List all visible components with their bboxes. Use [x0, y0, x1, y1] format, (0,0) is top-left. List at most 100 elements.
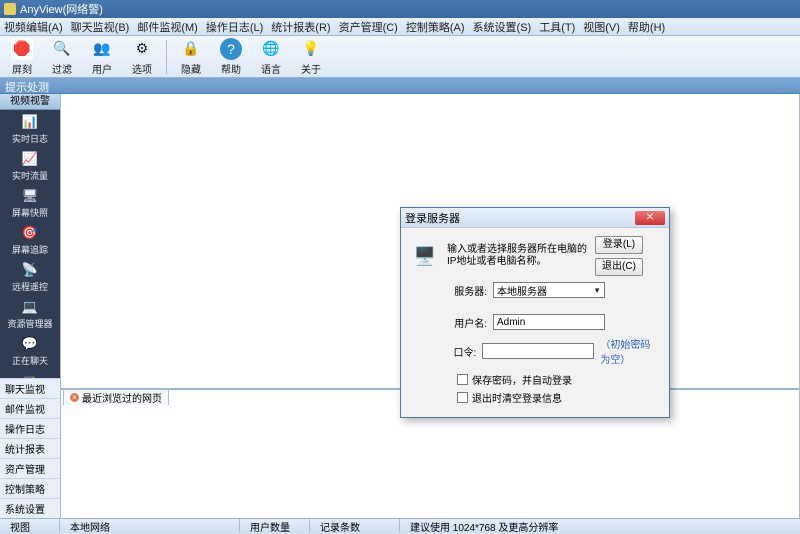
toolbar-help-button[interactable]: ? 帮助: [213, 38, 249, 76]
window-title: AnyView(网络警): [20, 1, 103, 17]
sidebar-item-log[interactable]: 📊实时日志: [0, 110, 60, 147]
sidebar-item-label: 屏幕追踪: [12, 243, 48, 256]
globe-icon: 🌐: [260, 38, 282, 60]
window-titlebar: AnyView(网络警): [0, 0, 800, 18]
sidebar-link[interactable]: 控制策略: [0, 478, 60, 498]
toolbar: 🛑 屏刻 🔍 过滤 👥 用户 ⚙ 选项 🔒 隐藏 ? 帮助 🌐 语言 💡 关于: [0, 36, 800, 78]
status-resolution-hint: 建议使用 1024*768 及更高分辨率: [400, 519, 800, 533]
clear-checkbox[interactable]: [457, 392, 468, 403]
chevron-down-icon: ▼: [593, 286, 601, 295]
menu-item[interactable]: 帮助(H): [628, 19, 665, 35]
remember-checkbox[interactable]: [457, 374, 468, 385]
app-icon: [4, 3, 16, 15]
bottom-panel-tab-label: 最近浏览过的网页: [82, 390, 162, 405]
stop-icon: 🛑: [11, 38, 33, 60]
monitor-icon: 🖥: [19, 187, 41, 205]
dialog-instructions: 输入或者选择服务器所在电脑的IP地址或者电脑名称。: [447, 244, 587, 268]
bulb-icon: 💡: [300, 38, 322, 60]
toolbar-label: 选项: [132, 61, 152, 76]
sidebar: 视频视警 📊实时日志 📈实时流量 🖥屏幕快照 🎯屏幕追踪 📡远程遥控 💻资源管理…: [0, 94, 60, 518]
sidebar-item-explorer[interactable]: 💻资源管理器: [0, 295, 60, 332]
antenna-icon: 📡: [19, 261, 41, 279]
menu-item[interactable]: 控制策略(A): [406, 19, 465, 35]
toolbar-filter-button[interactable]: 🔍 过滤: [44, 38, 80, 76]
toolbar-hide-button[interactable]: 🔒 隐藏: [173, 38, 209, 76]
server-icon: 🖥️: [411, 242, 439, 270]
sidebar-item-remote[interactable]: 📡远程遥控: [0, 258, 60, 295]
toolbar-label: 关于: [301, 61, 321, 76]
menu-item[interactable]: 工具(T): [539, 19, 575, 35]
pc-icon: 💻: [19, 298, 41, 316]
graph-icon: 📈: [19, 150, 41, 168]
sidebar-item-screenshot[interactable]: 🖥屏幕快照: [0, 184, 60, 221]
menu-item[interactable]: 视图(V): [583, 19, 620, 35]
users-icon: 👥: [91, 38, 113, 60]
sidebar-link[interactable]: 聊天监视: [0, 378, 60, 398]
sidebar-item-label: 实时流量: [12, 169, 48, 182]
status-records: 记录条数: [310, 519, 400, 533]
dialog-title: 登录服务器: [405, 210, 460, 226]
menu-item[interactable]: 聊天监视(B): [71, 19, 130, 35]
toolbar-options-button[interactable]: ⚙ 选项: [124, 38, 160, 76]
lock-icon: 🔒: [180, 38, 202, 60]
menu-item[interactable]: 统计报表(R): [271, 19, 330, 35]
menu-item[interactable]: 邮件监视(M): [137, 19, 198, 35]
status-usercount: 用户数量: [240, 519, 310, 533]
status-bar: 视图 本地网络 用户数量 记录条数 建议使用 1024*768 及更高分辨率: [0, 518, 800, 533]
sidebar-link[interactable]: 资产管理: [0, 458, 60, 478]
menu-item[interactable]: 视频编辑(A): [4, 19, 63, 35]
sidebar-items: 📊实时日志 📈实时流量 🖥屏幕快照 🎯屏幕追踪 📡远程遥控 💻资源管理器 💬正在…: [0, 110, 60, 378]
toolbar-label: 隐藏: [181, 61, 201, 76]
remember-label: 保存密码，并自动登录: [472, 372, 572, 387]
clear-label: 退出时清空登录信息: [472, 390, 562, 405]
chat-icon: 💬: [19, 335, 41, 353]
remember-checkbox-row: 保存密码，并自动登录: [457, 372, 659, 387]
username-label: 用户名:: [447, 315, 487, 330]
toolbar-about-button[interactable]: 💡 关于: [293, 38, 329, 76]
toolbar-label: 帮助: [221, 61, 241, 76]
sidebar-header: 视频视警: [0, 94, 60, 110]
exit-button[interactable]: 退出(C): [595, 258, 643, 276]
bottom-panel-tab[interactable]: × 最近浏览过的网页: [63, 389, 169, 405]
password-label: 口令:: [447, 344, 476, 359]
sidebar-item-gaming[interactable]: 🎮正在游戏: [0, 369, 60, 378]
chart-icon: 📊: [19, 113, 41, 131]
section-title-strip: 提示处测: [0, 78, 800, 94]
menu-item[interactable]: 操作日志(L): [206, 19, 263, 35]
target-icon: 🎯: [19, 224, 41, 242]
sidebar-link[interactable]: 系统设置: [0, 498, 60, 518]
toolbar-language-button[interactable]: 🌐 语言: [253, 38, 289, 76]
toolbar-users-button[interactable]: 👥 用户: [84, 38, 120, 76]
gear-icon: ⚙: [131, 38, 153, 60]
toolbar-label: 语言: [261, 61, 281, 76]
toolbar-screen-button[interactable]: 🛑 屏刻: [4, 38, 40, 76]
sidebar-link[interactable]: 操作日志: [0, 418, 60, 438]
help-icon: ?: [220, 38, 242, 60]
sidebar-link[interactable]: 邮件监视: [0, 398, 60, 418]
funnel-icon: 🔍: [51, 38, 73, 60]
sidebar-bottom-links: 聊天监视 邮件监视 操作日志 统计报表 资产管理 控制策略 系统设置: [0, 378, 60, 518]
clear-checkbox-row: 退出时清空登录信息: [457, 390, 659, 405]
server-label: 服务器:: [447, 283, 487, 298]
server-select[interactable]: 本地服务器 ▼: [493, 282, 605, 298]
toolbar-label: 屏刻: [12, 61, 32, 76]
password-input[interactable]: [482, 343, 594, 359]
login-dialog: 登录服务器 ✕ 🖥️ 输入或者选择服务器所在电脑的IP地址或者电脑名称。 登录(…: [400, 207, 670, 418]
username-input[interactable]: [493, 314, 605, 330]
menu-item[interactable]: 系统设置(S): [473, 19, 532, 35]
menu-item[interactable]: 资产管理(C): [339, 19, 398, 35]
sidebar-item-chat[interactable]: 💬正在聊天: [0, 332, 60, 369]
password-hint[interactable]: （初始密码为空）: [600, 336, 659, 366]
sidebar-item-label: 资源管理器: [7, 317, 52, 330]
sidebar-item-screentrack[interactable]: 🎯屏幕追踪: [0, 221, 60, 258]
dialog-close-button[interactable]: ✕: [635, 211, 665, 225]
sidebar-item-traffic[interactable]: 📈实时流量: [0, 147, 60, 184]
status-network: 本地网络: [60, 519, 240, 533]
sidebar-link[interactable]: 统计报表: [0, 438, 60, 458]
sidebar-item-label: 远程遥控: [12, 280, 48, 293]
toolbar-label: 过滤: [52, 61, 72, 76]
login-button[interactable]: 登录(L): [595, 236, 643, 254]
dialog-body: 🖥️ 输入或者选择服务器所在电脑的IP地址或者电脑名称。 登录(L) 退出(C)…: [401, 228, 669, 417]
dialog-titlebar[interactable]: 登录服务器 ✕: [401, 208, 669, 228]
close-icon[interactable]: ×: [70, 393, 79, 402]
